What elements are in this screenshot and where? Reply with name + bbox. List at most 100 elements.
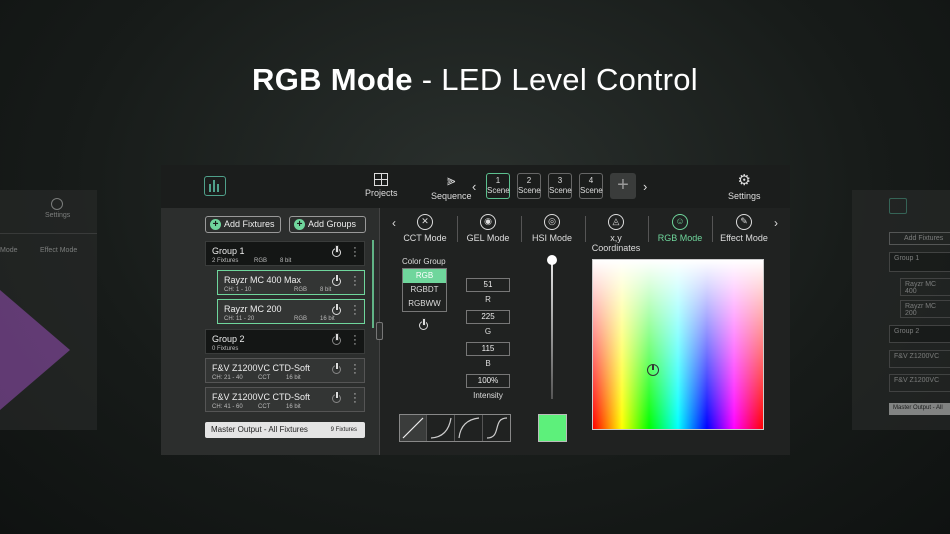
mode-cct[interactable]: ✕ CCT Mode bbox=[395, 214, 455, 243]
mode-effect[interactable]: ✎ Effect Mode bbox=[714, 214, 774, 243]
ghost-master: Master Output - All bbox=[889, 403, 950, 415]
page-headline: RGB Mode - LED Level Control bbox=[0, 62, 950, 98]
ghost-divider bbox=[0, 233, 97, 234]
curve-linear-icon[interactable] bbox=[400, 415, 427, 441]
add-scene-button[interactable]: + bbox=[610, 173, 636, 199]
color-group-option-rgb[interactable]: RGB bbox=[403, 269, 446, 283]
scene-number: 3 bbox=[557, 176, 563, 185]
more-icon[interactable]: · · · bbox=[353, 360, 357, 379]
power-icon[interactable] bbox=[332, 362, 341, 374]
more-icon[interactable]: · · · bbox=[353, 301, 357, 320]
mode-label: GEL Mode bbox=[466, 233, 510, 243]
group-title: Group 1 bbox=[212, 246, 245, 256]
mode-label: CCT Mode bbox=[403, 233, 447, 243]
fixture-channels: CH: 41 - 60 bbox=[212, 404, 243, 410]
group-fixture-count: 0 Fixtures bbox=[212, 346, 239, 352]
grid-icon bbox=[374, 173, 389, 186]
scene-number: 2 bbox=[526, 176, 532, 185]
green-value-field[interactable]: 225 bbox=[466, 310, 510, 324]
more-icon[interactable]: · · · bbox=[353, 272, 357, 291]
app-logo-icon[interactable] bbox=[204, 176, 226, 196]
master-output-button[interactable]: Master Output - All Fixtures 9 Fixtures bbox=[205, 422, 365, 438]
scene-button-4[interactable]: 4 Scene bbox=[579, 173, 603, 199]
gear-icon: ⚙ bbox=[737, 172, 751, 189]
fixtures-scrollbar[interactable] bbox=[372, 240, 374, 328]
red-value-field[interactable]: 51 bbox=[466, 278, 510, 292]
mode-gel[interactable]: ◉ GEL Mode bbox=[458, 214, 518, 243]
fixture-title: Rayzr MC 400 Max bbox=[224, 275, 302, 285]
fixture-title: F&V Z1200VC CTD-Soft bbox=[212, 392, 311, 402]
add-fixtures-button[interactable]: + Add Fixtures bbox=[205, 216, 281, 233]
control-panel: ‹ ✕ CCT Mode ◉ GEL Mode ◎ HSI Mode ◬ x,y… bbox=[376, 208, 790, 455]
mode-label: HSI Mode bbox=[531, 233, 573, 243]
power-icon[interactable] bbox=[332, 303, 341, 315]
ghost-group2: Group 2 bbox=[889, 325, 950, 343]
curve-logarithmic-icon[interactable] bbox=[456, 415, 483, 441]
color-picker[interactable] bbox=[592, 259, 764, 430]
ghost-panel-left: Settings Mode Effect Mode bbox=[0, 190, 97, 430]
ghost-effect-label: Effect Mode bbox=[40, 247, 78, 254]
more-icon[interactable]: · · · bbox=[353, 243, 357, 262]
fixture-row-fv-1[interactable]: F&V Z1200VC CTD-Soft CH: 21 - 40 CCT 16 … bbox=[205, 358, 365, 383]
power-icon[interactable] bbox=[332, 333, 341, 345]
blue-label: B bbox=[485, 359, 491, 368]
more-icon[interactable]: · · · bbox=[353, 389, 357, 408]
group-row-2[interactable]: Group 2 0 Fixtures · · · bbox=[205, 329, 365, 354]
fixture-row-fv-2[interactable]: F&V Z1200VC CTD-Soft CH: 41 - 60 CCT 16 … bbox=[205, 387, 365, 412]
sequence-label: Sequence bbox=[431, 191, 472, 201]
fixture-bit: 16 bit bbox=[286, 375, 301, 381]
mode-divider bbox=[648, 216, 649, 242]
intensity-slider-track[interactable] bbox=[551, 259, 553, 399]
curve-exponential-icon[interactable] bbox=[428, 415, 455, 441]
ghost-panel-right: Add Fixtures Group 1 Rayzr MC 400 Rayzr … bbox=[852, 190, 950, 430]
ghost-group1: Group 1 bbox=[889, 252, 950, 272]
group-row-1[interactable]: Group 1 2 Fixtures RGB 8 bit · · · bbox=[205, 241, 365, 266]
scene-label: Scene bbox=[518, 186, 541, 195]
top-bar: Projects ⫸ Sequence ‹ 1 Scene 2 Scene 3 … bbox=[161, 165, 790, 208]
power-icon[interactable] bbox=[332, 274, 341, 286]
fixture-type: CCT bbox=[258, 375, 271, 381]
scene-button-2[interactable]: 2 Scene bbox=[517, 173, 541, 199]
scene-button-3[interactable]: 3 Scene bbox=[548, 173, 572, 199]
settings-button[interactable]: ⚙ Settings bbox=[728, 172, 761, 202]
color-group-option-rgbww[interactable]: RGBWW bbox=[403, 297, 446, 311]
panel-resize-handle[interactable] bbox=[376, 322, 383, 340]
add-fixtures-label: Add Fixtures bbox=[224, 219, 275, 229]
color-group-power-icon[interactable] bbox=[419, 318, 428, 330]
mode-label: Effect Mode bbox=[720, 233, 768, 243]
scene-button-1[interactable]: 1 Scene bbox=[486, 173, 510, 199]
mode-hsi[interactable]: ◎ HSI Mode bbox=[522, 214, 582, 243]
color-group-list: RGB RGBDT RGBWW bbox=[402, 268, 447, 312]
scene-next-arrow-icon[interactable]: › bbox=[643, 179, 647, 194]
color-group-option-rgbdt[interactable]: RGBDT bbox=[403, 283, 446, 297]
group-bit: 8 bit bbox=[280, 258, 292, 264]
add-groups-label: Add Groups bbox=[308, 219, 357, 229]
headline-bold: RGB Mode bbox=[252, 62, 413, 97]
app-window: Projects ⫸ Sequence ‹ 1 Scene 2 Scene 3 … bbox=[161, 165, 790, 455]
mode-divider bbox=[712, 216, 713, 242]
scene-label: Scene bbox=[549, 186, 572, 195]
blue-value-field[interactable]: 115 bbox=[466, 342, 510, 356]
green-label: G bbox=[484, 327, 492, 336]
intensity-slider-knob[interactable] bbox=[547, 255, 557, 265]
more-icon[interactable]: · · · bbox=[353, 331, 357, 350]
fixture-channels: CH: 21 - 40 bbox=[212, 375, 243, 381]
ghost-cie-chart bbox=[0, 290, 70, 410]
intensity-value-field[interactable]: 100% bbox=[466, 374, 510, 388]
mode-xy[interactable]: ◬ x,y Coordinates bbox=[586, 214, 646, 253]
fixture-type: RGB bbox=[294, 316, 308, 322]
power-icon[interactable] bbox=[332, 391, 341, 403]
color-picker-cursor-icon[interactable] bbox=[647, 364, 659, 376]
add-groups-button[interactable]: + Add Groups bbox=[289, 216, 366, 233]
projects-button[interactable]: Projects bbox=[365, 173, 398, 198]
fixture-row-rayzr-200[interactable]: Rayzr MC 200 CH: 11 - 20 RGB 16 bit · · · bbox=[217, 299, 365, 324]
fixture-row-rayzr-400[interactable]: Rayzr MC 400 Max CH: 1 - 10 RGB 8 bit · ·… bbox=[217, 270, 365, 295]
modes-next-arrow-icon[interactable]: › bbox=[774, 216, 778, 230]
mode-rgb[interactable]: ☺ RGB Mode bbox=[650, 214, 710, 243]
scene-prev-arrow-icon[interactable]: ‹ bbox=[472, 179, 476, 194]
power-icon[interactable] bbox=[332, 245, 341, 257]
hsi-icon: ◎ bbox=[544, 214, 560, 230]
master-fixture-count: 9 Fixtures bbox=[330, 427, 357, 433]
curve-s-icon[interactable] bbox=[484, 415, 511, 441]
sequence-button[interactable]: ⫸ Sequence bbox=[431, 173, 472, 202]
